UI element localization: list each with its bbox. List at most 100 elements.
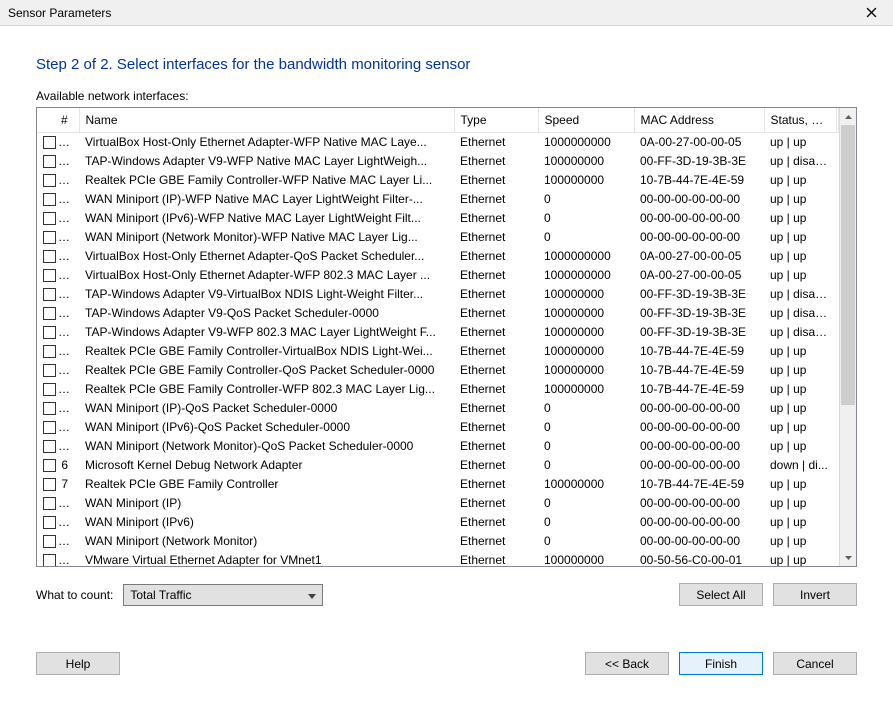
row-speed: 0 bbox=[538, 399, 634, 418]
help-button[interactable]: Help bbox=[36, 652, 120, 675]
row-checkbox[interactable] bbox=[43, 231, 56, 244]
below-table-row: What to count: Total Traffic Select All … bbox=[36, 583, 857, 606]
step-title: Step 2 of 2. Select interfaces for the b… bbox=[36, 56, 857, 73]
row-speed: 0 bbox=[538, 190, 634, 209]
row-mac: 10-7B-44-7E-4E-59 bbox=[634, 475, 764, 494]
scroll-track[interactable] bbox=[840, 125, 856, 549]
row-name: WAN Miniport (Network Monitor)-QoS Packe… bbox=[79, 437, 454, 456]
row-checkbox[interactable] bbox=[43, 155, 56, 168]
table-row[interactable]: 43WAN Miniport (Network Monitor)-QoS Pac… bbox=[37, 437, 839, 456]
table-row[interactable]: 28WAN Miniport (IPv6)-WFP Native MAC Lay… bbox=[37, 209, 839, 228]
table-row[interactable]: 31VirtualBox Host-Only Ethernet Adapter-… bbox=[37, 266, 839, 285]
row-mac: 00-00-00-00-00-00 bbox=[634, 456, 764, 475]
row-checkbox[interactable] bbox=[43, 459, 56, 472]
row-speed: 100000000 bbox=[538, 304, 634, 323]
row-status: up | up bbox=[764, 133, 836, 152]
row-checkbox[interactable] bbox=[43, 212, 56, 225]
row-checkbox[interactable] bbox=[43, 174, 56, 187]
table-row[interactable]: 37TAP-Windows Adapter V9-WFP 802.3 MAC L… bbox=[37, 323, 839, 342]
row-speed: 100000000 bbox=[538, 152, 634, 171]
row-checkbox[interactable] bbox=[43, 250, 56, 263]
row-checkbox[interactable] bbox=[43, 288, 56, 301]
row-checkbox[interactable] bbox=[43, 364, 56, 377]
table-row[interactable]: 24TAP-Windows Adapter V9-WFP Native MAC … bbox=[37, 152, 839, 171]
row-type: Ethernet bbox=[454, 456, 538, 475]
back-button[interactable]: << Back bbox=[585, 652, 669, 675]
row-name: WAN Miniport (IP)-QoS Packet Scheduler-0… bbox=[79, 399, 454, 418]
table-row[interactable]: 22WAN Miniport (IP)Ethernet000-00-00-00-… bbox=[37, 494, 839, 513]
row-status: up | up bbox=[764, 380, 836, 399]
table-row[interactable]: 10WAN Miniport (IPv6)Ethernet000-00-00-0… bbox=[37, 513, 839, 532]
row-checkbox[interactable] bbox=[43, 516, 56, 529]
row-checkbox[interactable] bbox=[43, 421, 56, 434]
row-checkbox[interactable] bbox=[43, 535, 56, 548]
table-row[interactable]: 23VirtualBox Host-Only Ethernet Adapter-… bbox=[37, 133, 839, 152]
table-row[interactable]: 7Realtek PCIe GBE Family ControllerEther… bbox=[37, 475, 839, 494]
table-row[interactable]: 41WAN Miniport (IP)-QoS Packet Scheduler… bbox=[37, 399, 839, 418]
table-row[interactable]: 33TAP-Windows Adapter V9-VirtualBox NDIS… bbox=[37, 285, 839, 304]
row-type: Ethernet bbox=[454, 475, 538, 494]
row-checkbox[interactable] bbox=[43, 136, 56, 149]
table-row[interactable]: 30VirtualBox Host-Only Ethernet Adapter-… bbox=[37, 247, 839, 266]
scroll-up-arrow-icon[interactable] bbox=[840, 108, 856, 125]
row-checkbox[interactable] bbox=[43, 326, 56, 339]
row-checkbox[interactable] bbox=[43, 269, 56, 282]
row-status: up | disab... bbox=[764, 285, 836, 304]
row-status: up | up bbox=[764, 437, 836, 456]
column-header-num[interactable]: # bbox=[37, 108, 79, 133]
row-speed: 0 bbox=[538, 494, 634, 513]
row-checkbox[interactable] bbox=[43, 554, 56, 566]
row-name: VMware Virtual Ethernet Adapter for VMne… bbox=[79, 551, 454, 567]
column-header-speed[interactable]: Speed bbox=[538, 108, 634, 133]
column-header-type[interactable]: Type bbox=[454, 108, 538, 133]
row-status: up | up bbox=[764, 418, 836, 437]
row-speed: 100000000 bbox=[538, 342, 634, 361]
row-name: WAN Miniport (IPv6)-WFP Native MAC Layer… bbox=[79, 209, 454, 228]
table-row[interactable]: 40Realtek PCIe GBE Family Controller-WFP… bbox=[37, 380, 839, 399]
row-checkbox[interactable] bbox=[43, 307, 56, 320]
select-all-button[interactable]: Select All bbox=[679, 583, 763, 606]
what-to-count-combo[interactable]: Total Traffic bbox=[123, 584, 323, 606]
table-row[interactable]: 35TAP-Windows Adapter V9-QoS Packet Sche… bbox=[37, 304, 839, 323]
table-row[interactable]: 19WAN Miniport (Network Monitor)Ethernet… bbox=[37, 532, 839, 551]
row-checkbox[interactable] bbox=[43, 383, 56, 396]
row-type: Ethernet bbox=[454, 190, 538, 209]
vertical-scrollbar[interactable] bbox=[839, 108, 856, 566]
row-checkbox[interactable] bbox=[43, 402, 56, 415]
table-row[interactable]: 17VMware Virtual Ethernet Adapter for VM… bbox=[37, 551, 839, 567]
cancel-button[interactable]: Cancel bbox=[773, 652, 857, 675]
row-type: Ethernet bbox=[454, 380, 538, 399]
what-to-count-selected: Total Traffic bbox=[130, 588, 191, 602]
nav-buttons: << Back Finish Cancel bbox=[585, 652, 857, 675]
row-mac: 00-00-00-00-00-00 bbox=[634, 190, 764, 209]
table-row[interactable]: 38Realtek PCIe GBE Family Controller-Vir… bbox=[37, 342, 839, 361]
column-header-mac[interactable]: MAC Address bbox=[634, 108, 764, 133]
table-row[interactable]: 42WAN Miniport (IPv6)-QoS Packet Schedul… bbox=[37, 418, 839, 437]
row-checkbox[interactable] bbox=[43, 497, 56, 510]
column-header-status[interactable]: Status, ad... bbox=[764, 108, 836, 133]
row-checkbox[interactable] bbox=[43, 345, 56, 358]
row-mac: 0A-00-27-00-00-05 bbox=[634, 247, 764, 266]
row-speed: 0 bbox=[538, 418, 634, 437]
table-row[interactable]: 26Realtek PCIe GBE Family Controller-WFP… bbox=[37, 171, 839, 190]
table-row[interactable]: 39Realtek PCIe GBE Family Controller-QoS… bbox=[37, 361, 839, 380]
row-checkbox[interactable] bbox=[43, 440, 56, 453]
table-row[interactable]: 29WAN Miniport (Network Monitor)-WFP Nat… bbox=[37, 228, 839, 247]
table-row[interactable]: 6Microsoft Kernel Debug Network AdapterE… bbox=[37, 456, 839, 475]
row-checkbox[interactable] bbox=[43, 478, 56, 491]
scroll-down-arrow-icon[interactable] bbox=[840, 549, 856, 566]
row-status: up | up bbox=[764, 228, 836, 247]
row-status: up | up bbox=[764, 247, 836, 266]
finish-button[interactable]: Finish bbox=[679, 652, 763, 675]
row-speed: 100000000 bbox=[538, 171, 634, 190]
row-checkbox[interactable] bbox=[43, 193, 56, 206]
table-row[interactable]: 27WAN Miniport (IP)-WFP Native MAC Layer… bbox=[37, 190, 839, 209]
scroll-thumb[interactable] bbox=[841, 125, 855, 405]
close-icon[interactable] bbox=[855, 3, 887, 23]
column-header-name[interactable]: Name bbox=[79, 108, 454, 133]
row-type: Ethernet bbox=[454, 323, 538, 342]
what-to-count-row: What to count: Total Traffic bbox=[36, 584, 323, 606]
invert-button[interactable]: Invert bbox=[773, 583, 857, 606]
row-speed: 100000000 bbox=[538, 475, 634, 494]
row-type: Ethernet bbox=[454, 494, 538, 513]
